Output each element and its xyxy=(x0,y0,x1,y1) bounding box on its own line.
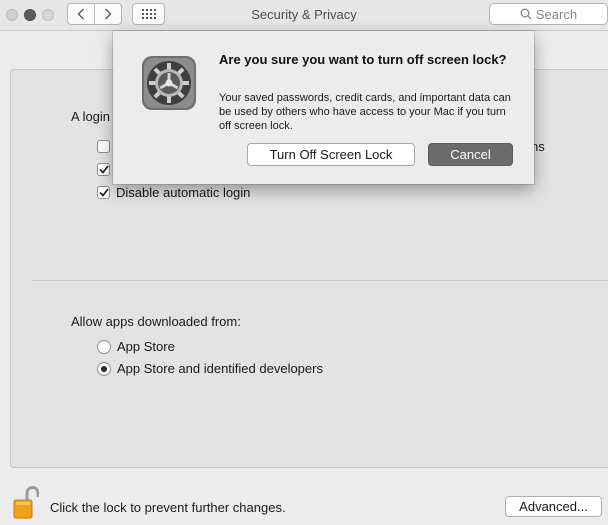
title-bar: Security & Privacy Search xyxy=(0,0,608,31)
search-field[interactable]: Search xyxy=(489,3,608,25)
checkmark-icon xyxy=(98,188,109,197)
turn-off-screen-lock-button[interactable]: Turn Off Screen Lock xyxy=(247,143,415,166)
lock-message: Click the lock to prevent further change… xyxy=(50,500,286,515)
search-icon xyxy=(520,8,532,20)
search-placeholder: Search xyxy=(535,6,578,22)
radio-selected-dot xyxy=(101,365,107,372)
checkmark-icon xyxy=(98,165,109,174)
dialog-title: Are you sure you want to turn off screen… xyxy=(219,52,507,67)
dialog-message: Your saved passwords, credit cards, and … xyxy=(219,92,511,132)
radio-app-store-button[interactable] xyxy=(97,339,111,354)
section-divider xyxy=(32,280,608,281)
allow-apps-label: Allow apps downloaded from: xyxy=(71,314,241,329)
disable-auto-login-row[interactable]: Disable automatic login xyxy=(97,185,250,200)
checkbox-1[interactable] xyxy=(97,140,110,153)
radio-app-store[interactable]: App Store xyxy=(97,339,175,354)
disable-auto-login-label: Disable automatic login xyxy=(116,185,251,200)
checkbox-2[interactable] xyxy=(97,163,110,176)
turn-off-screen-lock-dialog: Are you sure you want to turn off screen… xyxy=(113,31,534,184)
radio-identified-developers[interactable]: App Store and identified developers xyxy=(97,361,323,376)
radio-identified-developers-label: App Store and identified developers xyxy=(117,361,323,376)
checkbox-row-2[interactable] xyxy=(97,163,110,176)
login-password-label: A login xyxy=(71,109,111,124)
radio-identified-developers-button[interactable] xyxy=(97,361,111,376)
disable-auto-login-checkbox[interactable] xyxy=(97,186,110,199)
cancel-button[interactable]: Cancel xyxy=(428,143,513,166)
radio-app-store-label: App Store xyxy=(117,339,175,354)
unlocked-padlock-icon[interactable] xyxy=(13,484,39,520)
checkbox-row-1[interactable] xyxy=(97,140,110,153)
system-preferences-gear-icon xyxy=(142,56,196,110)
advanced-button[interactable]: Advanced... xyxy=(505,496,602,517)
